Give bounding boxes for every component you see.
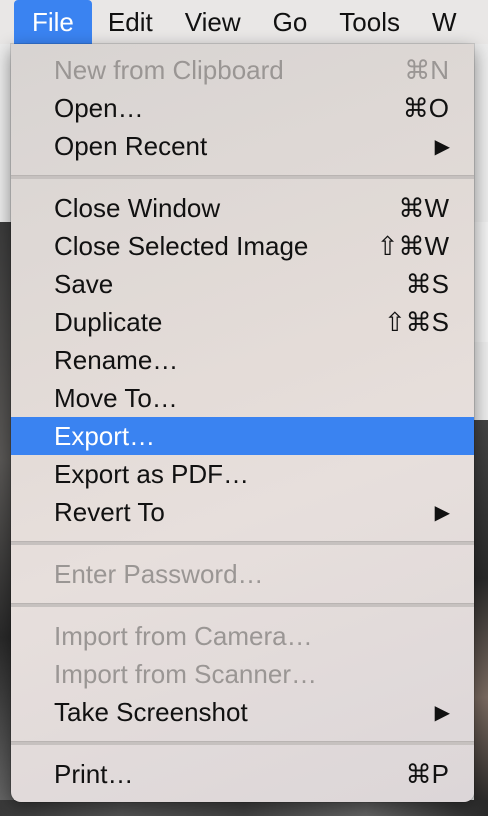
menu-separator <box>11 603 474 607</box>
menu-item-label: Duplicate <box>54 306 163 337</box>
menu-item-shortcut: ⌘O <box>402 92 449 123</box>
menu-item-shortcut: ⌘P <box>405 758 449 789</box>
submenu-arrow-icon: ▶ <box>434 701 450 724</box>
menu-item-open[interactable]: Open… ⌘O <box>11 89 474 127</box>
menu-item-shortcut: ⌘W <box>398 192 449 223</box>
menu-window[interactable]: W <box>416 0 473 44</box>
menu-separator <box>11 541 474 545</box>
background-panel-right-edge <box>474 222 488 342</box>
background-photo-right-edge <box>474 420 488 816</box>
menu-item-shortcut: ⇧⌘W <box>376 230 449 261</box>
menu-item-label: Export… <box>54 420 156 451</box>
menu-item-label: Import from Camera… <box>54 620 313 651</box>
menu-item-save[interactable]: Save ⌘S <box>11 265 474 303</box>
menu-item-export-as-pdf[interactable]: Export as PDF… <box>11 455 474 493</box>
menu-item-label: Export as PDF… <box>54 458 250 489</box>
background-photo-bottom-edge <box>0 800 488 816</box>
menu-item-close-selected-image[interactable]: Close Selected Image ⇧⌘W <box>11 227 474 265</box>
submenu-arrow-icon: ▶ <box>434 135 450 158</box>
menu-item-shortcut: ⇧⌘S <box>383 306 449 337</box>
menu-item-label: Move To… <box>54 382 178 413</box>
menu-item-label: New from Clipboard <box>54 54 284 85</box>
menu-file[interactable]: File <box>14 0 92 44</box>
menu-item-label: Import from Scanner… <box>54 658 317 689</box>
menu-item-revert-to[interactable]: Revert To ▶ <box>11 493 474 531</box>
menu-bar: File Edit View Go Tools W <box>0 0 488 44</box>
menu-item-export[interactable]: Export… <box>11 417 474 455</box>
menu-item-duplicate[interactable]: Duplicate ⇧⌘S <box>11 303 474 341</box>
menu-go[interactable]: Go <box>257 0 324 44</box>
menu-separator <box>11 741 474 745</box>
menu-item-close-window[interactable]: Close Window ⌘W <box>11 189 474 227</box>
menu-item-label: Take Screenshot <box>54 696 248 727</box>
menu-item-rename[interactable]: Rename… <box>11 341 474 379</box>
menu-view[interactable]: View <box>169 0 257 44</box>
menu-item-label: Revert To <box>54 496 165 527</box>
menu-item-label: Rename… <box>54 344 179 375</box>
menu-item-print[interactable]: Print… ⌘P <box>11 755 474 793</box>
menu-item-label: Save <box>54 268 114 299</box>
file-menu-dropdown: New from Clipboard ⌘N Open… ⌘O Open Recent ▶ C… <box>11 44 474 802</box>
menu-edit[interactable]: Edit <box>92 0 169 44</box>
menu-item-label: Open… <box>54 92 144 123</box>
menu-item-take-screenshot[interactable]: Take Screenshot ▶ <box>11 693 474 731</box>
menu-item-open-recent[interactable]: Open Recent ▶ <box>11 127 474 165</box>
submenu-arrow-icon: ▶ <box>434 501 450 524</box>
menu-separator <box>11 175 474 179</box>
menu-item-shortcut: ⌘S <box>405 268 449 299</box>
menu-item-enter-password: Enter Password… <box>11 555 474 593</box>
menu-item-import-from-camera: Import from Camera… <box>11 617 474 655</box>
menu-item-move-to[interactable]: Move To… <box>11 379 474 417</box>
menu-item-label: Close Selected Image <box>54 230 309 261</box>
menu-item-shortcut: ⌘N <box>404 54 449 85</box>
menu-item-new-from-clipboard: New from Clipboard ⌘N <box>11 51 474 89</box>
menu-item-label: Enter Password… <box>54 558 264 589</box>
menu-tools[interactable]: Tools <box>323 0 416 44</box>
menu-item-label: Close Window <box>54 192 221 223</box>
menu-item-import-from-scanner: Import from Scanner… <box>11 655 474 693</box>
menu-item-label: Print… <box>54 758 134 789</box>
menu-item-label: Open Recent <box>54 130 208 161</box>
